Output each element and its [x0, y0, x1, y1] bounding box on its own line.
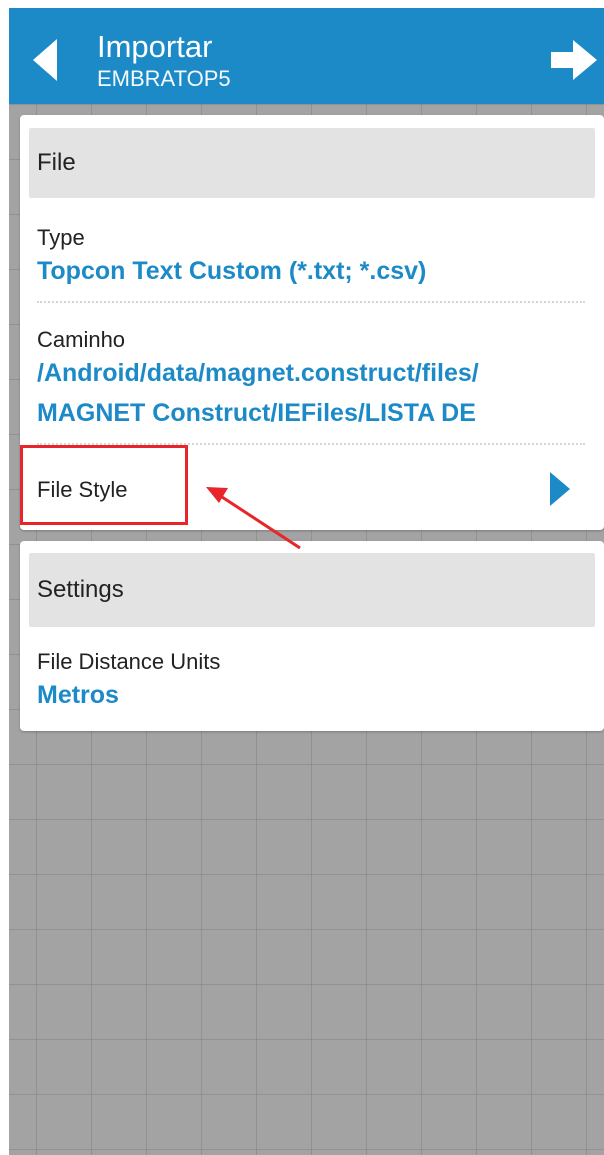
path-value-line-2[interactable]: MAGNET Construct/IEFiles/LISTA DE: [37, 395, 476, 431]
type-value[interactable]: Topcon Text Custom (*.txt; *.csv): [37, 253, 426, 289]
divider: [37, 301, 585, 303]
file-card: File Type Topcon Text Custom (*.txt; *.c…: [20, 115, 604, 530]
path-value-line-1[interactable]: /Android/data/magnet.construct/files/: [37, 355, 479, 391]
settings-card: Settings File Distance Units Metros: [20, 541, 604, 731]
file-section-header: File: [29, 128, 595, 198]
file-style-label: File Style: [37, 477, 128, 502]
type-label: Type: [37, 225, 85, 250]
distance-units-label: File Distance Units: [37, 649, 221, 674]
back-arrow-icon[interactable]: [33, 39, 57, 81]
app-bar: Importar EMBRATOP5: [9, 8, 604, 104]
forward-arrow-icon[interactable]: [549, 38, 599, 82]
page-title: Importar: [97, 29, 213, 64]
settings-section-header: Settings: [29, 553, 595, 627]
import-screen: Importar EMBRATOP5 File Type Topcon Text…: [0, 0, 604, 1155]
distance-units-value[interactable]: Metros: [37, 677, 119, 713]
page-subtitle: EMBRATOP5: [97, 66, 231, 91]
file-section-title: File: [37, 149, 76, 176]
screen-edge: [0, 0, 9, 1155]
title-block: Importar EMBRATOP5: [97, 30, 231, 92]
settings-section-title: Settings: [37, 576, 124, 603]
path-label: Caminho: [37, 327, 126, 352]
file-style-row[interactable]: File Style: [20, 445, 604, 525]
chevron-right-icon[interactable]: [550, 472, 570, 506]
